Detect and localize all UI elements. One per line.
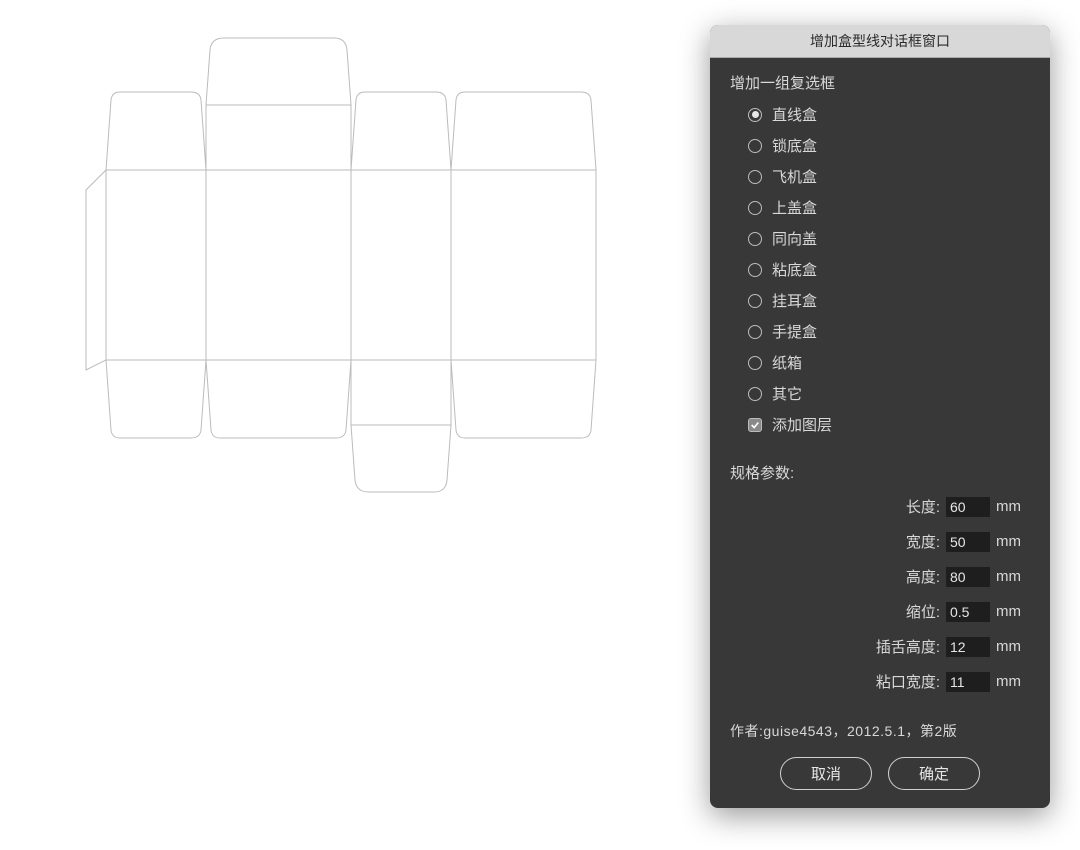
cancel-button[interactable]: 取消 <box>780 757 872 790</box>
author-line: 作者:guise4543，2012.5.1，第2版 <box>730 721 1030 741</box>
radio-label: 飞机盒 <box>772 166 817 187</box>
param-label: 长度: <box>906 496 940 517</box>
radio-label: 粘底盒 <box>772 259 817 280</box>
radio-lock-bottom-box[interactable]: 锁底盒 <box>730 130 1030 161</box>
glue-width-input[interactable] <box>946 672 990 692</box>
radio-label: 其它 <box>772 383 802 404</box>
radio-label: 手提盒 <box>772 321 817 342</box>
radio-label: 同向盖 <box>772 228 817 249</box>
param-height: 高度: mm <box>730 559 1030 594</box>
width-input[interactable] <box>946 532 990 552</box>
radio-icon <box>748 139 762 153</box>
radio-icon <box>748 356 762 370</box>
checkbox-label: 添加图层 <box>772 414 832 435</box>
radio-label: 挂耳盒 <box>772 290 817 311</box>
radio-icon <box>748 325 762 339</box>
radio-airplane-box[interactable]: 飞机盒 <box>730 161 1030 192</box>
radio-icon <box>748 263 762 277</box>
radio-label: 纸箱 <box>772 352 802 373</box>
length-input[interactable] <box>946 497 990 517</box>
param-unit: mm <box>996 638 1030 655</box>
param-unit: mm <box>996 568 1030 585</box>
checkbox-add-layer[interactable]: 添加图层 <box>730 409 1030 440</box>
radio-icon <box>748 232 762 246</box>
tongue-height-input[interactable] <box>946 637 990 657</box>
param-unit: mm <box>996 603 1030 620</box>
param-glue-width: 粘口宽度: mm <box>730 664 1030 699</box>
radio-glue-bottom-box[interactable]: 粘底盒 <box>730 254 1030 285</box>
param-label: 宽度: <box>906 531 940 552</box>
param-length: 长度: mm <box>730 489 1030 524</box>
radio-icon <box>748 201 762 215</box>
dialog-title: 增加盒型线对话框窗口 <box>710 25 1050 58</box>
param-unit: mm <box>996 533 1030 550</box>
group-label: 增加一组复选框 <box>730 72 1030 93</box>
radio-label: 直线盒 <box>772 104 817 125</box>
radio-hanging-ear-box[interactable]: 挂耳盒 <box>730 285 1030 316</box>
param-label: 缩位: <box>906 601 940 622</box>
radio-icon <box>748 294 762 308</box>
radio-label: 上盖盒 <box>772 197 817 218</box>
box-dialog: 增加盒型线对话框窗口 增加一组复选框 直线盒 锁底盒 飞机盒 上盖盒 同向盖 粘… <box>710 25 1050 808</box>
param-width: 宽度: mm <box>730 524 1030 559</box>
canvas-area <box>0 0 700 850</box>
ok-button[interactable]: 确定 <box>888 757 980 790</box>
radio-other[interactable]: 其它 <box>730 378 1030 409</box>
param-tongue-height: 插舌高度: mm <box>730 629 1030 664</box>
param-label: 高度: <box>906 566 940 587</box>
param-unit: mm <box>996 498 1030 515</box>
param-unit: mm <box>996 673 1030 690</box>
params-label: 规格参数: <box>730 462 1030 483</box>
radio-icon <box>748 170 762 184</box>
radio-same-direction-lid[interactable]: 同向盖 <box>730 223 1030 254</box>
height-input[interactable] <box>946 567 990 587</box>
param-shrink: 缩位: mm <box>730 594 1030 629</box>
radio-top-lid-box[interactable]: 上盖盒 <box>730 192 1030 223</box>
radio-icon <box>748 108 762 122</box>
shrink-input[interactable] <box>946 602 990 622</box>
radio-handbag-box[interactable]: 手提盒 <box>730 316 1030 347</box>
radio-carton[interactable]: 纸箱 <box>730 347 1030 378</box>
radio-icon <box>748 387 762 401</box>
radio-label: 锁底盒 <box>772 135 817 156</box>
checkbox-icon <box>748 418 762 432</box>
radio-straight-box[interactable]: 直线盒 <box>730 99 1030 130</box>
param-label: 插舌高度: <box>876 636 940 657</box>
box-dieline <box>76 20 656 530</box>
param-label: 粘口宽度: <box>876 671 940 692</box>
